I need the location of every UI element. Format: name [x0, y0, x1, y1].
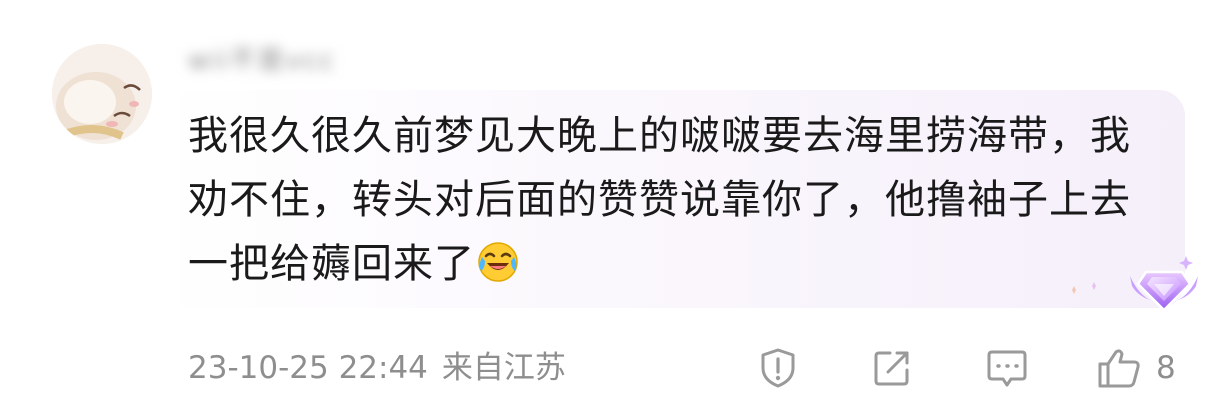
reply-comment-icon	[987, 350, 1027, 387]
report-shield-icon	[761, 348, 795, 388]
avatar-image	[52, 44, 152, 144]
like-count: 8	[1156, 350, 1176, 386]
laughing-crying-emoji-icon	[477, 238, 519, 282]
comment-text: 我很久很久前梦见大晚上的啵啵要去海里捞海带，我劝不住，转头对后面的赞赞说靠你了，…	[188, 113, 1131, 287]
share-icon	[874, 351, 909, 386]
reply-button[interactable]	[984, 346, 1030, 390]
report-button[interactable]	[756, 346, 800, 390]
comment-bubble[interactable]: 我很久很久前梦见大晚上的啵啵要去海里捞海带，我劝不住，转头对后面的赞赞说靠你了，…	[160, 90, 1185, 308]
username-text: wii不是vcc	[188, 46, 336, 76]
thumbs-up-icon	[1098, 349, 1140, 388]
timestamp: 23-10-25 22:44	[188, 350, 428, 386]
like-button[interactable]: 8	[1096, 346, 1176, 390]
comment-text-block: 我很久很久前梦见大晚上的啵啵要去海里捞海带，我劝不住，转头对后面的赞赞说靠你了，…	[188, 104, 1168, 296]
comment-meta: 23-10-25 22:44 来自江苏	[188, 348, 566, 388]
share-button[interactable]	[870, 346, 914, 390]
sparkle-decoration	[1072, 282, 1096, 294]
username[interactable]: wii不是vcc	[188, 40, 388, 76]
location: 来自江苏	[441, 350, 566, 386]
purple-diamond-badge-icon	[1124, 250, 1204, 320]
avatar[interactable]	[52, 44, 152, 144]
